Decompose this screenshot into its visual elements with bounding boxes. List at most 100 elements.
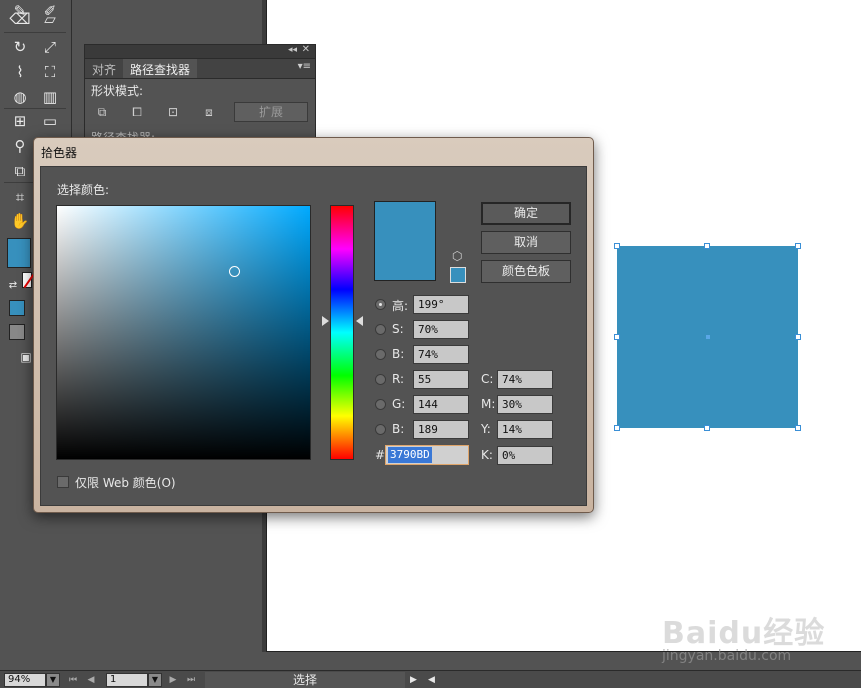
brightness-row: B: 74%: [375, 345, 575, 365]
tab-align[interactable]: 对齐: [85, 59, 123, 78]
panel-tabs: 对齐 路径查找器 ▾≡: [85, 59, 315, 79]
hex-label: #: [375, 448, 386, 462]
web-colors-only-checkbox[interactable]: [57, 476, 69, 488]
color-swatches-button[interactable]: 颜色色板: [481, 260, 571, 283]
selection-handle[interactable]: [704, 425, 710, 431]
close-icon[interactable]: ✕: [302, 44, 310, 55]
selection-handle[interactable]: [795, 425, 801, 431]
blue-input[interactable]: 189: [413, 420, 469, 439]
blue-row: B: 189 Y: 14%: [375, 420, 585, 440]
green-row: G: 144 M: 30%: [375, 395, 585, 415]
web-colors-only-label: 仅限 Web 颜色(O): [75, 476, 176, 490]
watermark-url: jingyan.baidu.com: [662, 648, 792, 664]
eyedropper-icon[interactable]: ⚲: [8, 135, 32, 157]
dialog-title: 拾色器: [41, 146, 78, 160]
artboard-dropdown-icon[interactable]: ▼: [148, 673, 162, 687]
hue-radio[interactable]: [375, 299, 386, 310]
expand-button[interactable]: 扩展: [234, 102, 308, 122]
magenta-input[interactable]: 30%: [497, 395, 553, 414]
saturation-row: S: 70%: [375, 320, 575, 340]
color-preview: [374, 201, 436, 281]
hex-input[interactable]: 3790BD: [385, 445, 469, 465]
ok-button[interactable]: 确定: [481, 202, 571, 225]
collapse-icon[interactable]: ◂◂: [288, 45, 297, 55]
panel-titlebar[interactable]: ◂◂ ✕: [85, 44, 315, 59]
hue-row: 高: 199°: [375, 295, 575, 315]
blue-radio[interactable]: [375, 424, 386, 435]
hue-slider-left-arrow[interactable]: [322, 316, 329, 326]
status-menu-icon[interactable]: ▶: [410, 673, 417, 687]
mesh-icon[interactable]: ⊞: [8, 110, 32, 132]
artboard-number-field[interactable]: 1: [106, 673, 148, 687]
color-field[interactable]: [56, 205, 311, 460]
graph-icon[interactable]: ▥: [38, 86, 62, 108]
zoom-dropdown-icon[interactable]: ▼: [46, 673, 60, 687]
cyan-input[interactable]: 74%: [497, 370, 553, 389]
red-radio[interactable]: [375, 374, 386, 385]
pathfinder-panel: ◂◂ ✕ 对齐 路径查找器 ▾≡ 形状模式: ⧉ ⧠ ⊡ ⧈ 扩展 路径查找器:: [84, 44, 316, 145]
tab-pathfinder[interactable]: 路径查找器: [123, 59, 198, 78]
cyan-label: C:: [481, 372, 494, 386]
selection-handle[interactable]: [614, 334, 620, 340]
cancel-button[interactable]: 取消: [481, 231, 571, 254]
eraser-icon[interactable]: ⌫: [8, 8, 32, 30]
minus-front-icon[interactable]: ⧠: [128, 104, 146, 120]
unite-icon[interactable]: ⧉: [93, 104, 111, 120]
color-picker-dialog: 拾色器 选择颜色: ⬡ 确定 取消 颜色色板 高: 199° S: 70% B:…: [33, 137, 594, 513]
tools-divider: [4, 32, 66, 33]
current-tool-status[interactable]: 选择: [205, 672, 405, 688]
fill-color-swatch[interactable]: [7, 238, 31, 268]
yellow-input[interactable]: 14%: [497, 420, 553, 439]
saturation-radio[interactable]: [375, 324, 386, 335]
hue-slider[interactable]: [330, 205, 354, 460]
selection-handle[interactable]: [614, 243, 620, 249]
scale-icon[interactable]: ⤢: [38, 36, 62, 58]
tools-divider: [4, 108, 66, 109]
green-label: G:: [392, 397, 406, 411]
draw-mode-icon[interactable]: [9, 324, 25, 340]
free-transform-icon[interactable]: ⛶: [38, 61, 62, 83]
brightness-radio[interactable]: [375, 349, 386, 360]
selection-handle[interactable]: [795, 243, 801, 249]
saturation-input[interactable]: 70%: [413, 320, 469, 339]
green-input[interactable]: 144: [413, 395, 469, 414]
blend-icon[interactable]: ⧉: [8, 160, 32, 182]
prev-artboard-icon[interactable]: ◀: [84, 673, 98, 687]
hue-input[interactable]: 199°: [413, 295, 469, 314]
red-input[interactable]: 55: [413, 370, 469, 389]
shape-builder-icon[interactable]: ◍: [8, 86, 32, 108]
selection-handle[interactable]: [795, 334, 801, 340]
gradient-icon[interactable]: ▭: [38, 110, 62, 132]
web-safe-cube-icon[interactable]: ⬡: [452, 249, 462, 263]
select-color-label: 选择颜色:: [57, 183, 110, 197]
hue-slider-right-arrow[interactable]: [356, 316, 363, 326]
first-artboard-icon[interactable]: ⏮: [66, 673, 80, 687]
exclude-icon[interactable]: ⧈: [200, 104, 218, 120]
brightness-input[interactable]: 74%: [413, 345, 469, 364]
selection-handle[interactable]: [614, 425, 620, 431]
selection-handle[interactable]: [704, 243, 710, 249]
hand-icon[interactable]: ✋: [8, 210, 32, 232]
last-artboard-icon[interactable]: ⏭: [184, 673, 198, 687]
black-input[interactable]: 0%: [497, 446, 553, 465]
web-safe-swatch[interactable]: [450, 267, 466, 283]
next-artboard-icon[interactable]: ▶: [166, 673, 180, 687]
watermark: Baidu经验 jingyan.baidu.com: [662, 598, 861, 670]
color-mode-icon[interactable]: [9, 300, 25, 316]
rotate-icon[interactable]: ↻: [8, 36, 32, 58]
hex-value: 3790BD: [388, 447, 432, 463]
intersect-icon[interactable]: ⊡: [164, 104, 182, 120]
artboard-icon[interactable]: ⌗: [8, 186, 32, 208]
swap-colors-icon[interactable]: ⇄: [1, 274, 25, 296]
zoom-field[interactable]: 94%: [4, 673, 46, 687]
green-radio[interactable]: [375, 399, 386, 410]
black-label: K:: [481, 448, 493, 462]
warp-icon[interactable]: ⌇: [8, 61, 32, 83]
eraser-alt-icon[interactable]: ▱: [38, 8, 62, 30]
red-label: R:: [392, 372, 405, 386]
scroll-left-icon[interactable]: ◀: [428, 673, 435, 687]
magenta-label: M:: [481, 397, 496, 411]
panel-menu-icon[interactable]: ▾≡: [298, 61, 311, 72]
watermark-logo: Baidu经验: [662, 616, 826, 651]
color-field-marker[interactable]: [229, 266, 240, 277]
